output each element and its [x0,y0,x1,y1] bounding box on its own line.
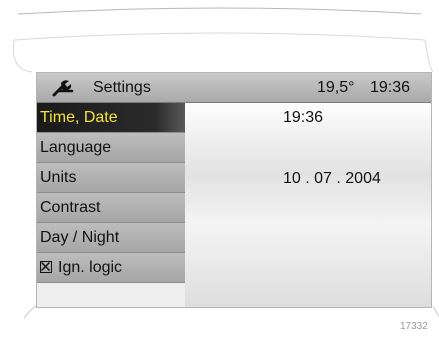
menu-item-label: Language [40,139,112,156]
figure-reference-number: 17332 [400,321,428,332]
temperature-readout: 19,5° [317,79,355,96]
header-bar: Settings 19,5° 19:36 [37,73,431,103]
menu-item-contrast[interactable]: Contrast [37,193,185,223]
menu-item-label: Day / Night [40,229,120,246]
checkbox-checked-icon[interactable] [40,261,52,273]
clock-readout: 19:36 [370,79,411,96]
menu-item-language[interactable]: Language [37,133,185,163]
time-value: 19:36 [283,109,324,126]
menu-item-label: Ign. logic [58,259,123,276]
header-title: Settings [93,79,151,96]
menu-item-units[interactable]: Units [37,163,185,193]
settings-screen: Settings 19,5° 19:36 Time, Date Language… [36,72,432,308]
menu-item-label: Time, Date [40,109,118,126]
menu-item-time-date[interactable]: Time, Date [37,103,185,133]
menu-item-label: Contrast [40,199,101,216]
menu-item-label: Units [40,169,77,186]
wrench-icon [52,80,74,97]
detail-panel: 19:36 10 . 07 . 2004 [185,103,431,307]
settings-menu: Time, Date Language Units Contrast Day /… [37,103,185,283]
date-value: 10 . 07 . 2004 [283,170,381,187]
checkmark-x-icon [41,262,50,271]
menu-item-day-night[interactable]: Day / Night [37,223,185,253]
menu-item-ign-logic[interactable]: Ign. logic [37,253,185,283]
